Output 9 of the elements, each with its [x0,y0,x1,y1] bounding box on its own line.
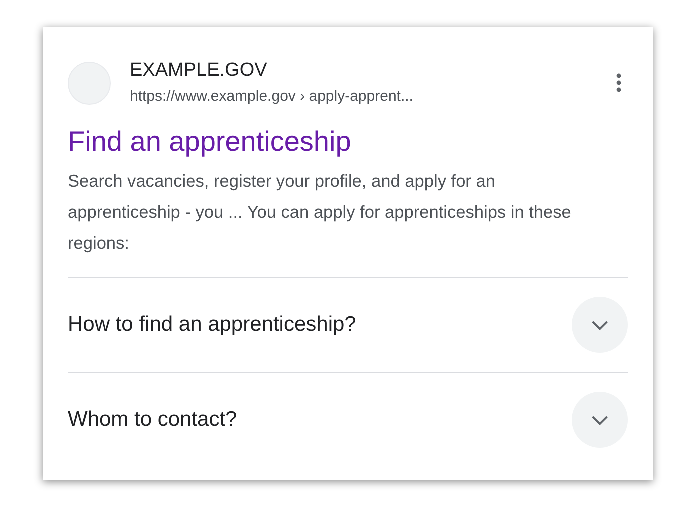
more-options-icon[interactable] [616,73,622,93]
question-text[interactable]: How to find an apprenticeship? [68,313,356,337]
chevron-down-icon [591,414,609,426]
result-snippet: Search vacancies, register your profile, and apply for an apprenticeship - you ... You can apply for apprenticeships in these regions: [68,166,628,278]
result-url[interactable]: https://www.example.gov › apply-apprent... [130,87,616,107]
site-name: EXAMPLE.GOV [130,59,268,83]
question-text[interactable]: Whom to contact? [68,408,238,432]
result-title-link[interactable]: Find an apprenticeship [68,124,352,160]
chevron-down-icon [591,320,609,330]
